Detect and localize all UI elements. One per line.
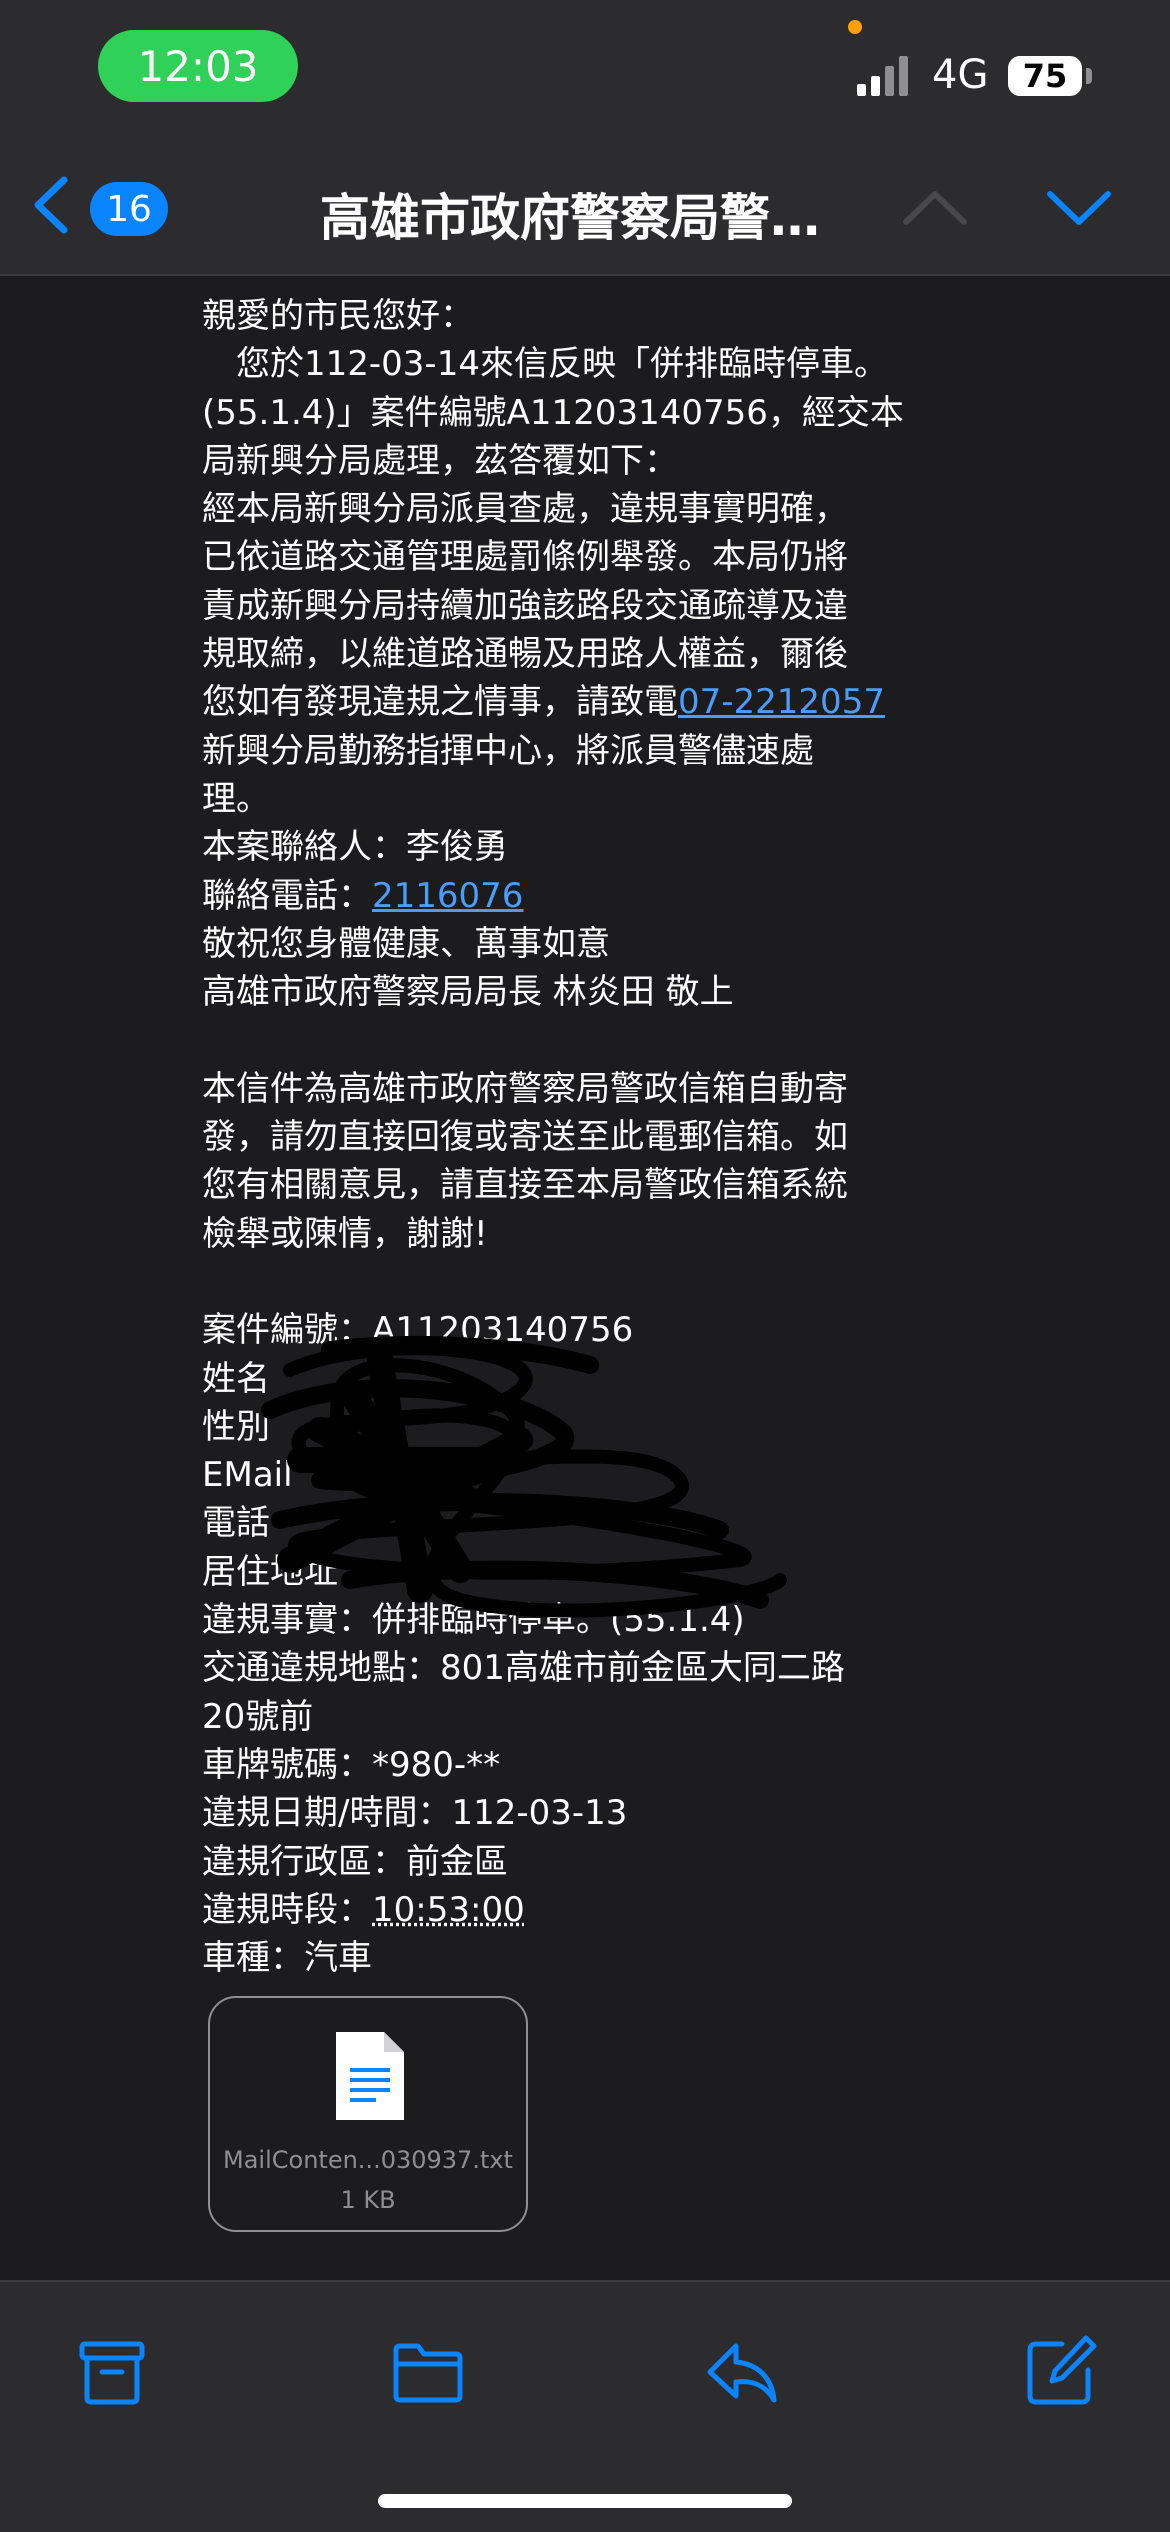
redaction-scribble [260, 1330, 800, 1630]
text-file-icon [332, 2028, 408, 2124]
body-line: 已依道路交通管理處罰條例舉發。本局仍將 [202, 533, 902, 581]
body-line: 理。 [202, 775, 902, 823]
contact-phone-link[interactable]: 2116076 [372, 876, 523, 916]
body-line: 規取締，以維道路通暢及用路人權益，爾後 [202, 630, 902, 678]
status-time[interactable]: 12:03 [98, 30, 298, 102]
compose-icon[interactable] [1022, 2334, 1098, 2410]
network-type: 4G [932, 52, 988, 98]
contact-phone-label: 聯絡電話： [202, 876, 372, 916]
detail-line: 違規行政區：前金區 [202, 1838, 902, 1886]
mail-subject-title: 高雄市政府警察局警… [320, 178, 820, 250]
detail-line: 20號前 [202, 1693, 902, 1741]
detail-line: 車牌號碼：*980-** [202, 1741, 902, 1789]
nav-bar: 16 高雄市政府警察局警… [0, 140, 1170, 276]
period-time-value[interactable]: 10:53:00 [372, 1890, 525, 1930]
battery-level: 75 [1023, 57, 1068, 95]
body-line: 敬祝您身體健康、萬事如意 [202, 920, 902, 968]
detail-line: 違規時段：10:53:00 [202, 1886, 902, 1934]
cellular-signal-icon [855, 56, 915, 96]
notice-line: 檢舉或陳情，謝謝! [202, 1210, 902, 1258]
report-phone-link[interactable]: 07-2212057 [678, 682, 885, 722]
unread-count-badge[interactable]: 16 [90, 182, 168, 236]
back-chevron-icon[interactable] [20, 170, 90, 240]
body-line: 經本局新興分局派員查處，違規事實明確， [202, 485, 902, 533]
notice-line: 本信件為高雄市政府警察局警政信箱自動寄 [202, 1065, 902, 1113]
status-bar: 12:03 4G 75 [0, 0, 1170, 140]
body-line: 本案聯絡人：李俊勇 [202, 823, 902, 871]
body-line: 您於112-03-14來信反映「併排臨時停車。 [202, 340, 902, 388]
mail-screen: 12:03 4G 75 16 高雄市政府警察局警… 親愛的市民您好： 您於112… [0, 0, 1170, 2532]
body-line: 親愛的市民您好： [202, 292, 902, 340]
blank-line [202, 1016, 902, 1064]
body-line: (55.1.4)」案件編號A11203140756，經交本 [202, 389, 902, 437]
notice-line: 發，請勿直接回復或寄送至此電郵信箱。如 [202, 1113, 902, 1161]
mail-body: 親愛的市民您好： 您於112-03-14來信反映「併排臨時停車。 (55.1.4… [202, 292, 902, 1982]
privacy-indicator-dot [848, 20, 862, 34]
report-prefix: 您如有發現違規之情事，請致電 [202, 682, 678, 722]
attachment-name: MailConten...030937.txt [210, 2146, 526, 2174]
body-line: 局新興分局處理，茲答覆如下： [202, 437, 902, 485]
detail-line: 車種：汽車 [202, 1934, 902, 1982]
period-label: 違規時段： [202, 1890, 372, 1930]
body-line: 聯絡電話：2116076 [202, 872, 902, 920]
previous-message-chevron-up-icon[interactable] [898, 170, 972, 244]
detail-line: 違規日期/時間：112-03-13 [202, 1789, 902, 1837]
archive-icon[interactable] [74, 2334, 150, 2410]
detail-line: 交通違規地點：801高雄市前金區大同二路 [202, 1644, 902, 1692]
attachment-size: 1 KB [210, 2186, 526, 2214]
signature-line: 高雄市政府警察局局長 林炎田 敬上 [202, 968, 902, 1016]
blank-line [202, 1258, 902, 1306]
battery-icon: 75 [1008, 56, 1082, 96]
notice-line: 您有相關意見，請直接至本局警政信箱系統 [202, 1161, 902, 1209]
body-line: 您如有發現違規之情事，請致電07-2212057 [202, 678, 902, 726]
body-line: 新興分局勤務指揮中心，將派員警儘速處 [202, 727, 902, 775]
body-line: 責成新興分局持續加強該路段交通疏導及違 [202, 582, 902, 630]
battery-tip [1086, 68, 1092, 84]
home-indicator[interactable] [378, 2494, 792, 2508]
next-message-chevron-down-icon[interactable] [1042, 170, 1116, 244]
folder-icon[interactable] [390, 2334, 466, 2410]
reply-arrow-icon[interactable] [704, 2334, 780, 2410]
attachment-card[interactable]: MailConten...030937.txt 1 KB [208, 1996, 528, 2232]
